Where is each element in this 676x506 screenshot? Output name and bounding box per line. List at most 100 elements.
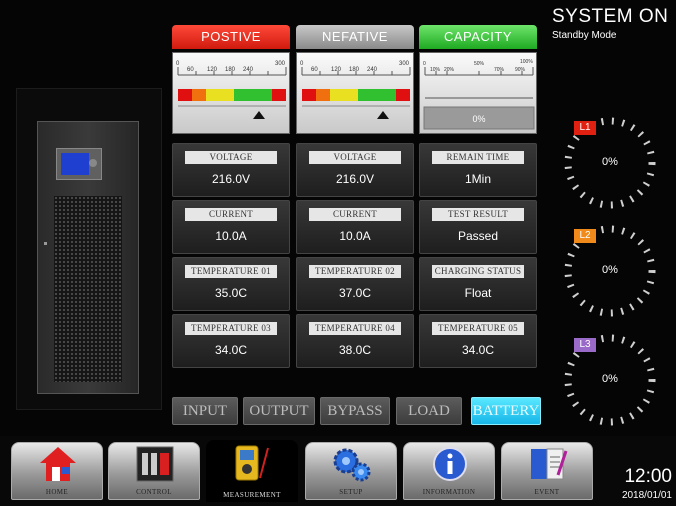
gauge-tick-label: 60 xyxy=(311,67,318,73)
tab-input[interactable]: INPUT xyxy=(172,397,238,425)
cabinet-vent xyxy=(54,196,122,382)
gauge-tick-label: 300 xyxy=(275,61,286,67)
phase-load-value: 0% xyxy=(602,264,618,276)
gauge-tick-label: 0 xyxy=(423,61,426,67)
info-icon xyxy=(433,447,467,481)
control-icon xyxy=(136,446,174,482)
gauge-tick-label: 20% xyxy=(444,67,455,73)
phase-l3-load-ring: L3 0% xyxy=(560,330,660,430)
cell-label: CURRENT xyxy=(309,208,401,221)
header-negative: NEFATIVE xyxy=(296,25,414,49)
gauge-tick-label: 180 xyxy=(349,67,360,73)
cell-label: TEST RESULT xyxy=(432,208,524,221)
cell-value: 35.0C xyxy=(214,286,248,300)
cell-value: 38.0C xyxy=(338,343,372,357)
nav-event-button[interactable]: EVENT xyxy=(501,442,593,500)
phase-l1-load-ring: L1 0% xyxy=(560,113,660,213)
cell-value: 34.0C xyxy=(214,343,248,357)
gauge-tick-label: 90% xyxy=(515,67,526,73)
nav-label: CONTROL xyxy=(136,488,172,496)
header-positive: POSTIVE xyxy=(172,25,290,49)
cell-value: 216.0V xyxy=(335,172,375,186)
cell-label: TEMPERATURE 04 xyxy=(309,322,401,335)
gauge-tick-label: 240 xyxy=(367,67,378,73)
cell-value: 10.0A xyxy=(339,229,371,243)
cell-value: 216.0V xyxy=(211,172,251,186)
temperature-04-cell: TEMPERATURE 04 38.0C xyxy=(296,314,414,368)
cell-label: VOLTAGE xyxy=(185,151,277,164)
gauge-tick-label: 0 xyxy=(176,61,180,67)
gauge-pointer xyxy=(377,111,389,119)
positive-voltage-gauge: 0 60 120 180 240 300 xyxy=(172,52,290,134)
cell-value: Float xyxy=(464,286,492,300)
test-result-cell: TEST RESULT Passed xyxy=(419,200,537,254)
temperature-02-cell: TEMPERATURE 02 37.0C xyxy=(296,257,414,311)
remain-time-cell: REMAIN TIME 1Min xyxy=(419,143,537,197)
gauge-tick-label: 70% xyxy=(494,67,505,73)
nav-label: SETUP xyxy=(339,488,363,496)
phase-l2-load-ring: L2 0% xyxy=(560,221,660,321)
ups-screen: POSTIVE NEFATIVE CAPACITY 0 60 120 180 2… xyxy=(0,0,676,506)
cell-label: TEMPERATURE 03 xyxy=(185,322,277,335)
cabinet-lcd xyxy=(61,153,89,175)
nav-label: HOME xyxy=(45,488,69,496)
phase-load-value: 0% xyxy=(602,156,618,168)
gauge-pointer xyxy=(253,111,265,119)
gauge-band-orange xyxy=(192,89,206,101)
cell-value: 34.0C xyxy=(461,343,495,357)
system-status-title: SYSTEM ON xyxy=(552,6,669,27)
phase-label: L1 xyxy=(574,121,596,135)
header-capacity: CAPACITY xyxy=(419,25,537,49)
cell-label: TEMPERATURE 02 xyxy=(309,265,401,278)
capacity-value: 0% xyxy=(472,114,485,124)
tab-bypass[interactable]: BYPASS xyxy=(320,397,390,425)
negative-current-cell: CURRENT 10.0A xyxy=(296,200,414,254)
gauge-tick-label: 0 xyxy=(300,61,304,67)
gauge-tick-label: 180 xyxy=(225,67,236,73)
tab-battery[interactable]: BATTERY xyxy=(471,397,541,425)
gauge-band-green xyxy=(234,89,272,101)
nav-setup-button[interactable]: SETUP xyxy=(305,442,397,500)
charging-status-cell: CHARGING STATUS Float xyxy=(419,257,537,311)
cell-label: CHARGING STATUS xyxy=(432,265,524,278)
nav-control-button[interactable]: CONTROL xyxy=(108,442,200,500)
gauge-tick-label: 50% xyxy=(474,61,485,67)
gauge-band-yellow xyxy=(206,89,234,101)
tab-load[interactable]: LOAD xyxy=(396,397,462,425)
phase-label: L2 xyxy=(574,229,596,243)
positive-current-cell: CURRENT 10.0A xyxy=(172,200,290,254)
phase-load-value: 0% xyxy=(602,373,618,385)
tab-output[interactable]: OUTPUT xyxy=(243,397,315,425)
clock-time: 12:00 xyxy=(624,466,672,487)
nav-home-button[interactable]: HOME xyxy=(11,442,103,500)
gauge-tick-label: 120 xyxy=(331,67,342,73)
multimeter-icon xyxy=(235,445,269,481)
gauge-band-red-high xyxy=(272,89,286,101)
temperature-01-cell: TEMPERATURE 01 35.0C xyxy=(172,257,290,311)
cell-label: CURRENT xyxy=(185,208,277,221)
cell-label: REMAIN TIME xyxy=(432,151,524,164)
nav-measurement-button[interactable]: MEASUREMENT xyxy=(206,440,298,502)
ups-cabinet-image xyxy=(37,121,139,394)
nav-label: INFORMATION xyxy=(422,488,476,496)
negative-voltage-cell: VOLTAGE 216.0V xyxy=(296,143,414,197)
cabinet-handle xyxy=(44,242,47,245)
system-mode: Standby Mode xyxy=(552,30,617,41)
nav-information-button[interactable]: INFORMATION xyxy=(403,442,495,500)
gears-icon xyxy=(333,448,371,482)
cell-value: 10.0A xyxy=(215,229,247,243)
cell-value: 37.0C xyxy=(338,286,372,300)
gauge-tick-label: 60 xyxy=(187,67,194,73)
cell-label: TEMPERATURE 05 xyxy=(432,322,524,335)
gauge-tick-label: 240 xyxy=(243,67,254,73)
gauge-band-red xyxy=(178,89,192,101)
cell-value: 1Min xyxy=(464,172,491,186)
gauge-tick-label: 120 xyxy=(207,67,218,73)
cell-label: VOLTAGE xyxy=(309,151,401,164)
cabinet-display xyxy=(56,148,102,180)
gauge-tick-label: 300 xyxy=(399,61,410,67)
temperature-03-cell: TEMPERATURE 03 34.0C xyxy=(172,314,290,368)
nav-label: MEASUREMENT xyxy=(223,491,281,499)
event-log-icon xyxy=(531,448,568,480)
positive-voltage-cell: VOLTAGE 216.0V xyxy=(172,143,290,197)
